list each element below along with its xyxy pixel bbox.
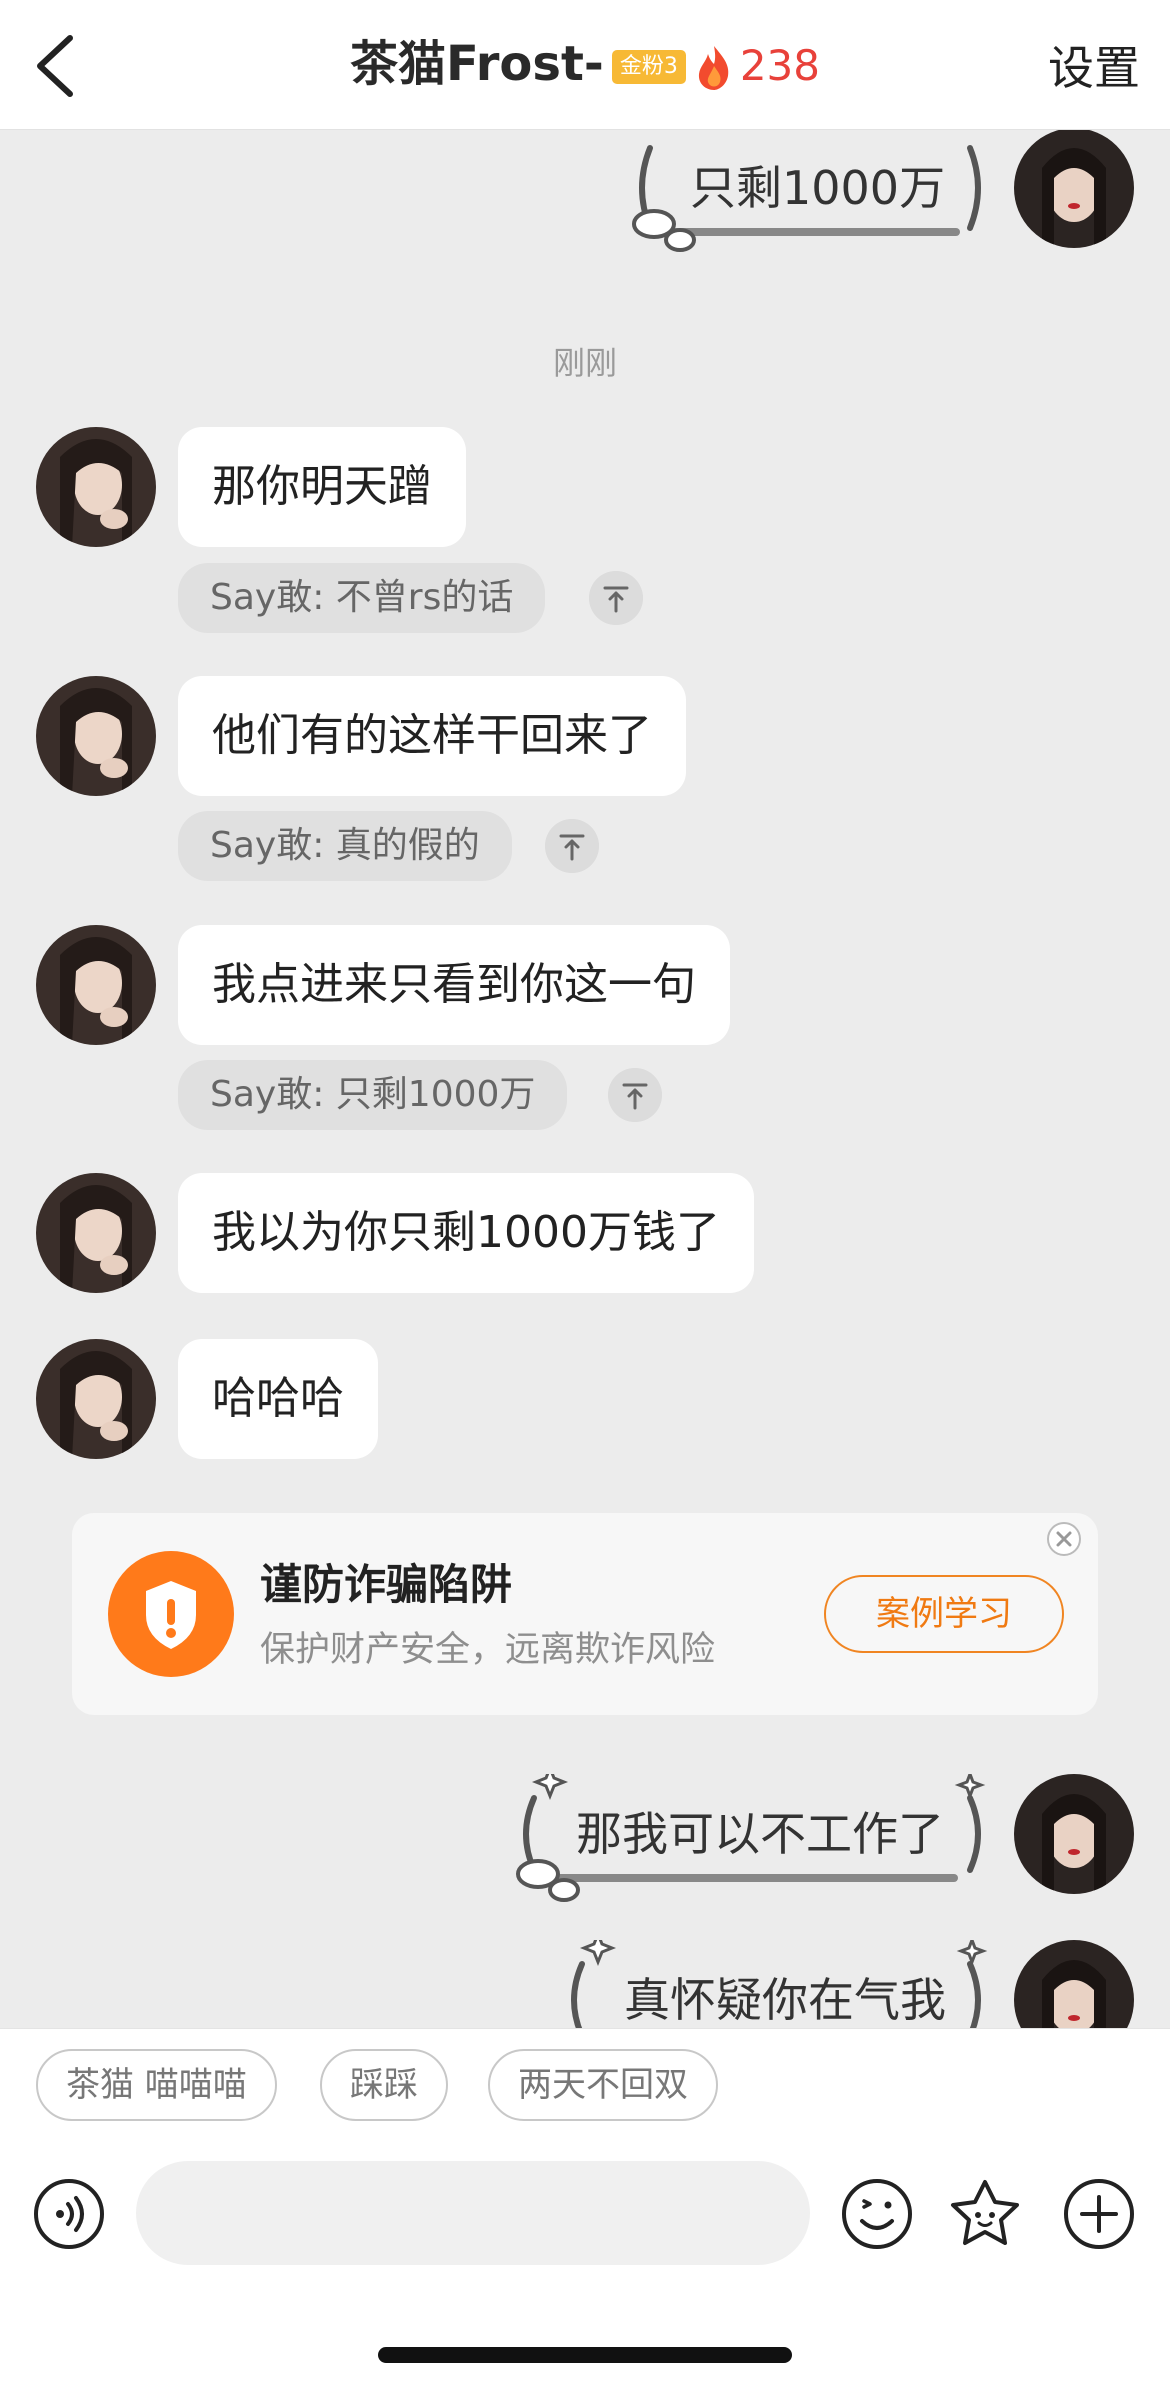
quote-up-icon[interactable] bbox=[589, 571, 643, 625]
received-message-bubble[interactable]: 哈哈哈 bbox=[178, 1339, 378, 1459]
sticker-icon[interactable] bbox=[948, 2177, 1022, 2251]
quote-up-icon[interactable] bbox=[608, 1068, 662, 1122]
home-indicator bbox=[378, 2347, 792, 2363]
input-bar: 茶猫 喵喵喵 踩踩 两天不回双 bbox=[0, 2028, 1170, 2384]
quoted-reply[interactable]: Say敢: 只剩1000万 bbox=[178, 1060, 568, 1130]
received-message-bubble[interactable]: 他们有的这样干回来了 bbox=[178, 676, 686, 796]
shield-alert-icon bbox=[108, 1551, 234, 1677]
anti-fraud-card: 谨防诈骗陷阱 保护财产安全，远离欺诈风险 案例学习 bbox=[72, 1513, 1098, 1715]
message-input[interactable] bbox=[136, 2161, 810, 2265]
emoji-icon[interactable] bbox=[840, 2177, 914, 2251]
quick-reply-chip[interactable]: 两天不回双 bbox=[488, 2049, 718, 2121]
timestamp: 刚刚 bbox=[552, 344, 617, 382]
contact-name[interactable]: 茶猫Frost- bbox=[350, 36, 604, 92]
message-text: 那我可以不工作了 bbox=[576, 1807, 944, 1861]
plus-icon[interactable] bbox=[1062, 2177, 1136, 2251]
contact-avatar[interactable] bbox=[36, 1173, 156, 1293]
received-message-bubble[interactable]: 我以为你只剩1000万钱了 bbox=[178, 1173, 754, 1293]
intimacy-score: 238 bbox=[739, 41, 820, 90]
card-subtitle: 保护财产安全，远离欺诈风险 bbox=[260, 1630, 716, 1670]
flame-icon bbox=[698, 46, 729, 90]
received-message-bubble[interactable]: 我点进来只看到你这一句 bbox=[178, 925, 730, 1045]
card-title: 谨防诈骗陷阱 bbox=[260, 1560, 513, 1609]
quoted-reply[interactable]: Say敢: 不曾rs的话 bbox=[178, 563, 546, 633]
quick-reply-chip[interactable]: 踩踩 bbox=[320, 2049, 448, 2121]
voice-icon[interactable] bbox=[32, 2177, 106, 2251]
contact-avatar[interactable] bbox=[36, 925, 156, 1045]
contact-avatar[interactable] bbox=[36, 1339, 156, 1459]
quote-up-icon[interactable] bbox=[545, 819, 599, 873]
close-icon[interactable] bbox=[1046, 1521, 1082, 1557]
message-text: 只剩1000万 bbox=[690, 161, 946, 215]
chat-title: 茶猫Frost- 金粉3 238 bbox=[0, 28, 1170, 102]
quoted-reply[interactable]: Say敢: 真的假的 bbox=[178, 811, 512, 881]
fan-badge: 金粉3 bbox=[611, 50, 686, 84]
message-text: 真怀疑你在气我 bbox=[624, 1973, 946, 2027]
sent-message-bubble[interactable]: 那我可以不工作了 bbox=[514, 1774, 990, 1902]
received-message-bubble[interactable]: 那你明天蹭 bbox=[178, 427, 466, 547]
quick-reply-chip[interactable]: 茶猫 喵喵喵 bbox=[36, 2049, 277, 2121]
contact-avatar[interactable] bbox=[36, 427, 156, 547]
contact-avatar[interactable] bbox=[36, 676, 156, 796]
case-study-button[interactable]: 案例学习 bbox=[824, 1575, 1064, 1653]
settings-button[interactable]: 设置 bbox=[1048, 36, 1140, 100]
chat-header: 茶猫Frost- 金粉3 238 设置 bbox=[0, 0, 1170, 130]
my-avatar[interactable] bbox=[1014, 1774, 1134, 1894]
sent-message-bubble[interactable]: 只剩1000万 bbox=[630, 128, 990, 252]
my-avatar[interactable] bbox=[1014, 128, 1134, 248]
